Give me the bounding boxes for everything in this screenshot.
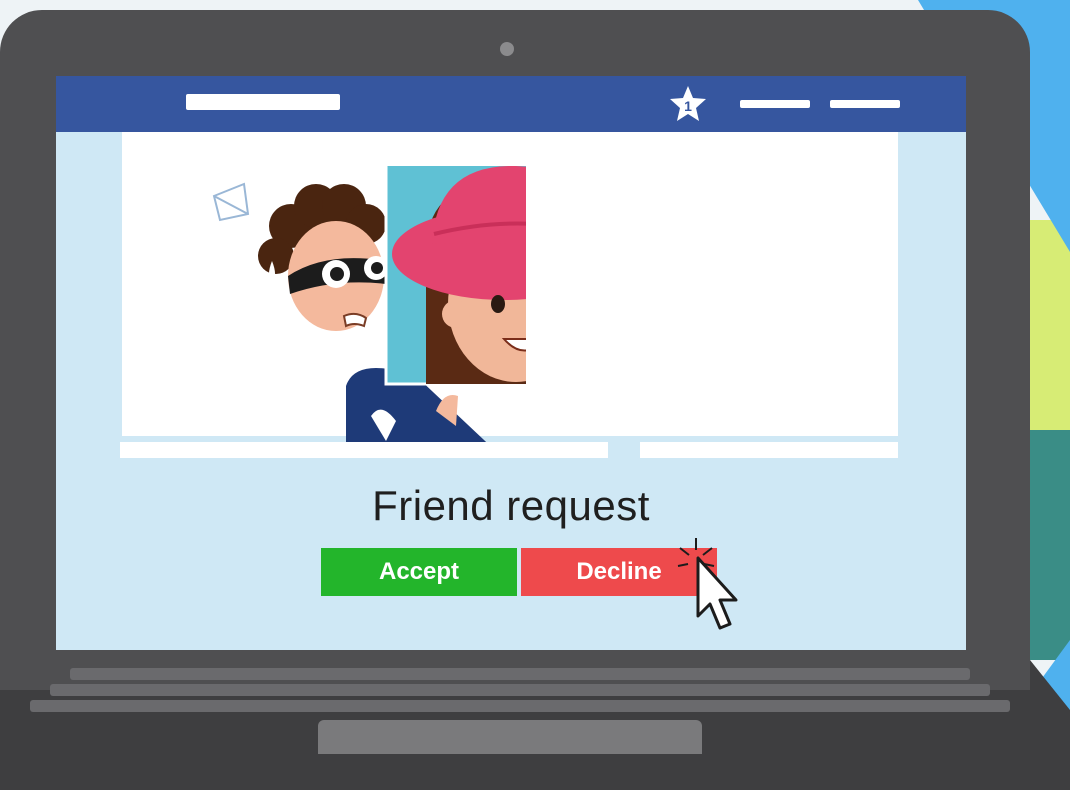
menu-line-icon[interactable]	[830, 100, 900, 108]
profile-info-bar-left	[120, 442, 608, 458]
mouse-cursor-icon	[677, 538, 738, 630]
keyboard-row	[70, 668, 970, 680]
friend-request-title: Friend request	[372, 482, 650, 529]
paper-scrap-icon	[212, 182, 250, 222]
keyboard-row	[50, 684, 990, 696]
top-navbar: 1	[56, 76, 966, 132]
notification-star-icon[interactable]: 1	[668, 84, 708, 124]
menu-line-icon[interactable]	[740, 100, 810, 108]
profile-photo	[384, 166, 526, 386]
click-burst-icon	[677, 538, 715, 567]
accept-button[interactable]: Accept	[321, 548, 517, 596]
keyboard-row	[30, 700, 1010, 712]
notification-count: 1	[684, 98, 692, 114]
webcam-icon	[500, 42, 514, 56]
touchpad[interactable]	[318, 720, 702, 754]
keyboard	[20, 668, 1020, 718]
friend-request-illustration	[212, 166, 526, 456]
profile-info-bar-right	[640, 442, 898, 458]
search-bar[interactable]	[186, 94, 340, 110]
laptop-lid: 1 Friend request Accept Decline	[0, 10, 1030, 690]
laptop-screen: 1 Friend request Accept Decline	[56, 76, 966, 650]
